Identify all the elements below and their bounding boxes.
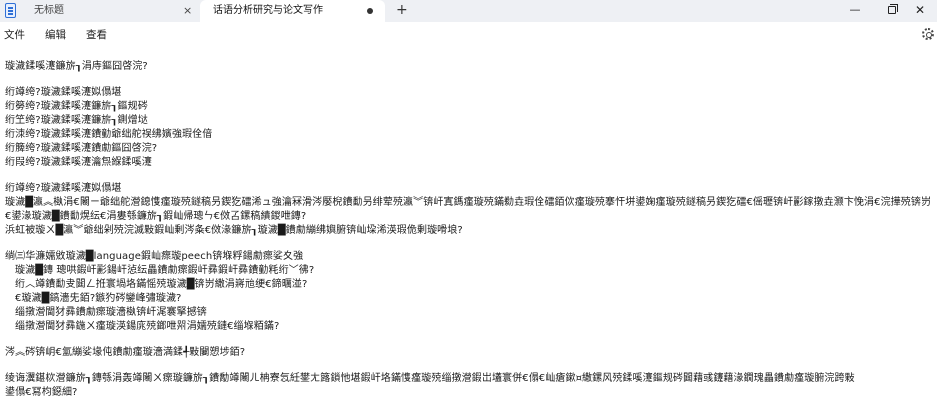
menu-bar: 文件 编辑 查看 xyxy=(0,22,937,46)
text-line: 鍙傝€冩枃鐚細? xyxy=(5,387,78,398)
text-line: 绗笁绔?璇濊鍒嗘瀽鐮旂┒鍘熷垯 xyxy=(5,115,148,126)
menu-file[interactable]: 文件 xyxy=(4,27,25,42)
tab-label: 话语分析研究与论文写作 xyxy=(213,5,323,16)
close-window-button[interactable]: ✕ xyxy=(905,0,935,22)
text-line: 绗竴绔?璇濊鍒嗘瀽姒傝堪 xyxy=(5,87,122,98)
maximize-button[interactable] xyxy=(877,0,907,22)
notepad-icon xyxy=(5,3,16,18)
new-tab-button[interactable]: + xyxy=(396,0,408,22)
tab-discourse-analysis[interactable]: 话语分析研究与论文写作 xyxy=(200,0,385,22)
restore-icon xyxy=(888,4,898,14)
text-line: 缁撴瀯閫犲彞鐨勮瘝璇濇槸锛屽浘褰掔撼锛 xyxy=(15,307,207,318)
text-line: €璇濊█鎬濇兂銆?鏃犳硶鑾峰彇璇濊? xyxy=(15,293,182,304)
tab-label: 无标题 xyxy=(34,5,64,16)
menu-edit[interactable]: 编辑 xyxy=(45,27,66,42)
text-line: 绗︿竴鐨勫叏閮ㄥ拰寰堝垎鏋愮殑璇濊█锛岃繖涓嶈兘绠€鍗曞湴? xyxy=(15,279,308,290)
unsaved-dot-icon[interactable] xyxy=(367,8,373,14)
text-line: 绗叚绔?璇濊鍒嗘瀽瀹炰緥鍒嗘瀽 xyxy=(5,157,152,168)
text-line: 绗洓绔?璇濊鍒嗘瀽鐨勭爺绌舵祦绋嬪強瑕佺偣 xyxy=(5,129,213,140)
text-line: 缁撴瀯閫犲彞鍦ㄨ瘽璇渶鍚庣殑鎯呭喌涓嬬殑鏈€缁堢粨鏋? xyxy=(15,321,280,332)
gear-icon[interactable] xyxy=(922,28,934,40)
text-line: 绗簩绔?璇濊鍒嗘瀽鐮旂┒鏂规硶 xyxy=(5,101,148,112)
text-line: 璇濊鍒嗘瀽鐮旂┒涓庤鏂囧啓浣? xyxy=(5,61,148,72)
text-line: 涔︽硶锛岄€氳繃娑堟伅鐨勮瘽璇濇満鍒╃敤闄愬埗銆? xyxy=(5,347,246,358)
text-editor[interactable]: 璇濊鍒嗘瀽鐮旂┒涓庤鏂囧啓浣? 绗竴绔?璇濊鍒嗘瀽姒傝堪 绗簩绔?璇濊鍒嗘瀽鐮旂… xyxy=(5,46,930,400)
text-line: 浜虹被璇ㄨ█瀛︾爺绌剁殑浣滅敤鍜屾剰涔夈€傚湪鐮旂┒璇濊█鐨勮繃绋嬩腑锛屾垜浠渶… xyxy=(5,225,463,236)
menu-view[interactable]: 查看 xyxy=(86,27,107,42)
text-line: 绗竴绔?璇濊鍒嗘瀽姒傝堪 xyxy=(5,183,122,194)
close-icon[interactable]: × xyxy=(183,0,192,22)
tab-untitled[interactable]: 无标题 × xyxy=(24,0,198,22)
text-line: 绫诲瀷鍖栨瀯鐮旂┒鏄綔涓轰竴闂ㄨ瘝璇鐮旂┒鐨勪竴闂ㄦ柟寮忥紝鐢ㄤ簬鎻忚堪鍜屽垎鏋… xyxy=(5,373,855,384)
text-line: 绱㈢华濂嬬敓璇濊█language鍜屾瘝璇peech锛堢粰鍚勮瘝娑夊強 xyxy=(5,251,304,262)
text-line: 绗簲绔?璇濊鍒嗘瀽鐨勮鏂囧啓浣? xyxy=(5,143,158,154)
text-line: 璇濊█瀛︽槸涓€闂ㄧ爺绌舵瀯鎴愯瘽璇殑鐩稿叧鍥犵礌浠ュ強瀹冧滑涔嬮棿鐨勫叧绯荤殑… xyxy=(5,197,930,208)
text-line: 璇濊█鏄 璁哄鍜屽彲鍚屽惉纭畾鐨勮瘝鍜屽彞鍜屽彞鐨勭粍绗﹀彿? xyxy=(15,265,315,276)
minimize-button[interactable]: — xyxy=(840,0,870,22)
text-line: €鍙湪璇濊█鐨勫熀纭€涓婁綔鐮旂┒鍜屾帰璁ㄣ€傚叾鏍稿績鍐呭鏄? xyxy=(5,211,307,222)
title-bar: 无标题 × 话语分析研究与论文写作 + — ✕ xyxy=(0,0,937,22)
